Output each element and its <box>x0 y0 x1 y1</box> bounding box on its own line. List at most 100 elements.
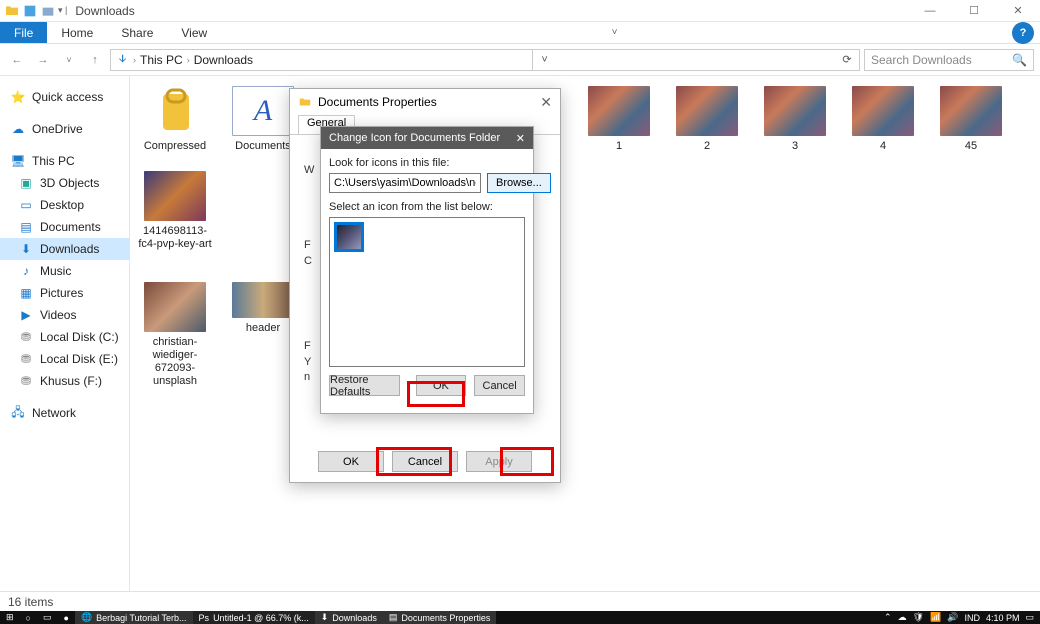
image-thumb <box>144 171 206 221</box>
props-button-row: OK Cancel Apply <box>290 451 560 472</box>
back-button[interactable]: ← <box>6 49 28 71</box>
nav-downloads[interactable]: ⬇Downloads <box>0 238 129 260</box>
file-grid: Compressed A Documents 1 2 3 4 45 141469… <box>140 86 1030 252</box>
tray-clock[interactable]: 4:10 PM <box>986 613 1020 623</box>
properties-icon[interactable] <box>22 3 38 19</box>
cancel-button[interactable]: Cancel <box>392 451 458 472</box>
system-tray[interactable]: ⌃ ☁ 🛡 📶 🔊 IND 4:10 PM ▭ <box>884 612 1040 623</box>
nav-network[interactable]: 🖧Network <box>0 402 129 424</box>
file-christian[interactable]: christian-wiediger-672093-unsplash <box>140 282 210 389</box>
folder-icon <box>4 3 20 19</box>
ok-button[interactable]: OK <box>416 375 467 396</box>
nav-onedrive[interactable]: ☁OneDrive <box>0 118 129 140</box>
minimize-button[interactable]: — <box>908 0 952 22</box>
select-label: Select an icon from the list below: <box>329 201 525 213</box>
new-folder-icon[interactable] <box>40 3 56 19</box>
breadcrumb[interactable]: › This PC › Downloads ˅ ⟳ <box>110 49 860 71</box>
close-button[interactable]: ✕ <box>996 0 1040 22</box>
ok-button[interactable]: OK <box>318 451 384 472</box>
cancel-button[interactable]: Cancel <box>474 375 525 396</box>
content-pane[interactable]: Compressed A Documents 1 2 3 4 45 141469… <box>130 76 1040 594</box>
icon-list[interactable] <box>329 217 525 367</box>
nav-quick-access[interactable]: ⭐Quick access <box>0 86 129 108</box>
item-count: 16 items <box>8 595 53 609</box>
tray-icon[interactable]: 🔊 <box>947 612 958 623</box>
taskbar-photoshop[interactable]: Ps Untitled-1 @ 66.7% (k... <box>193 611 315 624</box>
props-title-bar[interactable]: Documents Properties ✕ <box>290 89 560 115</box>
address-dropdown[interactable]: ˅ <box>532 50 556 70</box>
tab-home[interactable]: Home <box>47 22 107 43</box>
ribbon: File Home Share View ˅ ? <box>0 22 1040 44</box>
ribbon-collapse-icon[interactable]: ˅ <box>612 27 622 38</box>
file-2[interactable]: 2 <box>672 86 742 153</box>
file-header[interactable]: header <box>228 282 298 389</box>
tray-icon[interactable]: 🛡 <box>913 612 924 623</box>
file-1[interactable]: 1 <box>584 86 654 153</box>
nav-pictures[interactable]: ▦Pictures <box>0 282 129 304</box>
image-thumb <box>588 86 650 136</box>
forward-button[interactable]: → <box>32 49 54 71</box>
qat-dropdown-icon[interactable]: ▾ | <box>58 5 67 16</box>
icon-option-selected[interactable] <box>334 222 364 252</box>
change-title-bar[interactable]: Change Icon for Documents Folder ✕ <box>321 127 533 149</box>
window-title: Downloads <box>75 4 134 18</box>
tray-lang[interactable]: IND <box>964 613 980 623</box>
tray-icon[interactable]: ⌃ <box>884 612 892 623</box>
restore-defaults-button[interactable]: Restore Defaults <box>329 375 400 396</box>
nav-local-c[interactable]: ⛃Local Disk (C:) <box>0 326 129 348</box>
custom-icon <box>337 225 361 249</box>
nav-music[interactable]: ♪Music <box>0 260 129 282</box>
taskbar-explorer[interactable]: ⬇ Downloads <box>315 611 383 624</box>
maximize-button[interactable]: ☐ <box>952 0 996 22</box>
up-button[interactable]: ↑ <box>84 49 106 71</box>
browse-button[interactable]: Browse... <box>487 173 551 193</box>
cortana-button[interactable]: ○ <box>20 611 37 624</box>
tray-icon[interactable]: 📶 <box>930 612 941 623</box>
nav-local-e[interactable]: ⛃Local Disk (E:) <box>0 348 129 370</box>
recent-dropdown[interactable]: ˅ <box>58 49 80 71</box>
nav-documents[interactable]: ▤Documents <box>0 216 129 238</box>
crumb-this-pc[interactable]: This PC <box>140 53 183 67</box>
pc-icon: 🖥 <box>10 153 26 169</box>
tab-share[interactable]: Share <box>107 22 167 43</box>
props-title: Documents Properties <box>318 95 437 109</box>
document-icon: A <box>232 86 294 136</box>
taskbar-properties[interactable]: ▤ Documents Properties <box>383 611 497 624</box>
taskbar: ⊞ ○ ▭ ● 🌐 Berbagi Tutorial Terb... Ps Un… <box>0 611 1040 624</box>
file-3[interactable]: 3 <box>760 86 830 153</box>
nav-this-pc[interactable]: 🖥This PC <box>0 150 129 172</box>
notification-icon[interactable]: ▭ <box>1025 612 1034 623</box>
downloads-icon: ⬇ <box>18 241 34 257</box>
taskbar-chrome[interactable]: 🌐 Berbagi Tutorial Terb... <box>75 611 193 624</box>
file-keyart[interactable]: 1414698113-fc4-pvp-key-art <box>140 171 210 251</box>
task-view-button[interactable]: ▭ <box>37 611 58 624</box>
quick-access-toolbar: ▾ | <box>0 3 67 19</box>
file-45[interactable]: 45 <box>936 86 1006 153</box>
refresh-button[interactable]: ⟳ <box>835 50 859 70</box>
crumb-downloads[interactable]: Downloads <box>194 53 253 67</box>
nav-videos[interactable]: ▶Videos <box>0 304 129 326</box>
close-icon[interactable]: ✕ <box>540 94 552 111</box>
file-documents[interactable]: A Documents <box>228 86 298 153</box>
status-bar: 16 items <box>0 591 1040 611</box>
videos-icon: ▶ <box>18 307 34 323</box>
image-thumb <box>144 282 206 332</box>
drive-icon: ⛃ <box>18 373 34 389</box>
search-input[interactable]: Search Downloads 🔍 <box>864 49 1034 71</box>
icon-path-input[interactable] <box>329 173 481 193</box>
file-4[interactable]: 4 <box>848 86 918 153</box>
nav-pane: ⭐Quick access ☁OneDrive 🖥This PC ▣3D Obj… <box>0 76 130 594</box>
nav-khusus-f[interactable]: ⛃Khusus (F:) <box>0 370 129 392</box>
apply-button[interactable]: Apply <box>466 451 532 472</box>
tray-icon[interactable]: ☁ <box>898 612 907 623</box>
tab-file[interactable]: File <box>0 22 47 43</box>
file-compressed[interactable]: Compressed <box>140 86 210 153</box>
app-icon[interactable]: ● <box>58 611 75 624</box>
close-icon[interactable]: ✕ <box>516 132 525 145</box>
start-button[interactable]: ⊞ <box>0 611 20 624</box>
tab-view[interactable]: View <box>167 22 221 43</box>
nav-3d-objects[interactable]: ▣3D Objects <box>0 172 129 194</box>
nav-desktop[interactable]: ▭Desktop <box>0 194 129 216</box>
cloud-icon: ☁ <box>10 121 26 137</box>
help-button[interactable]: ? <box>1012 22 1034 44</box>
